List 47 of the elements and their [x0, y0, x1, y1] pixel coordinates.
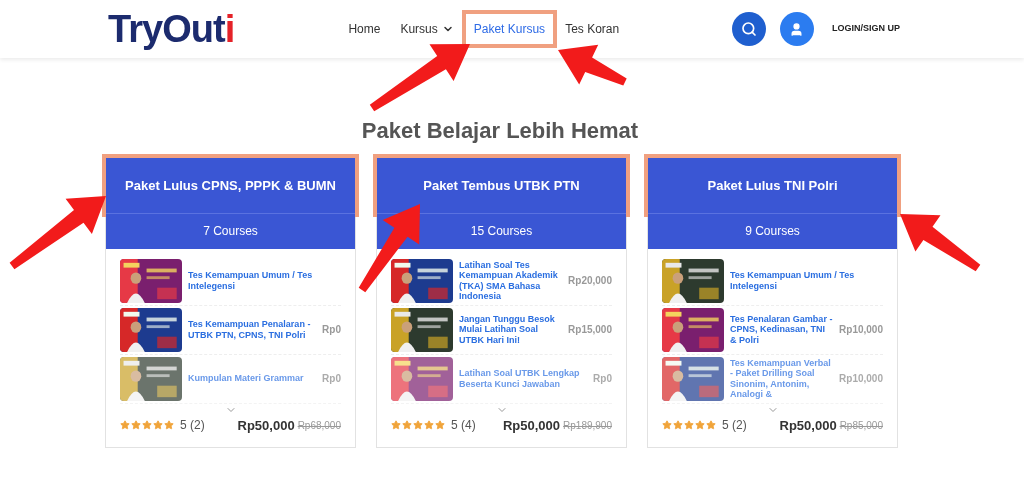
logo[interactable]: TryOuti	[108, 10, 235, 48]
course-title: Tes Kemampuan Verbal - Paket Drilling Soal Sinonim, Antonim, Analogi &	[730, 357, 832, 400]
nav-link[interactable]: Tes Koran	[557, 14, 628, 44]
course-price: Rp0	[322, 372, 341, 386]
course-item[interactable]: Tes Kemampuan Verbal - Paket Drilling Soal Sinonim, Antonim, Analogi & Rp10,000	[662, 354, 883, 404]
course-title: Latihan Soal UTBK Lengkap Beserta Kunci Jawaban	[459, 368, 581, 389]
login-link[interactable]: LOGIN/SIGN UP	[832, 22, 900, 36]
course-title: Tes Kemampuan Umum / Tes Intelegensi	[730, 270, 856, 291]
nav-link[interactable]: Kursus	[392, 14, 462, 44]
course-item[interactable]: Jangan Tunggu Besok Mulai Latihan Soal UTBK Hari Ini! Rp15,000	[391, 305, 612, 355]
course-item[interactable]: Tes Kemampuan Umum / Tes Intelegensi	[662, 256, 883, 306]
original-price: Rp85,000	[839, 418, 883, 433]
rating-count: 5 (2)	[180, 417, 205, 435]
original-price: Rp68,000	[297, 418, 341, 433]
package-price: Rp50,000	[779, 416, 837, 435]
section-heading: Paket Belajar Lebih Hemat	[360, 117, 640, 145]
user-icon	[789, 21, 805, 37]
nav-link[interactable]: Home	[340, 14, 389, 44]
course-price: Rp10,000	[839, 372, 883, 386]
course-item[interactable]: Kumpulan Materi Grammar Rp0	[120, 354, 341, 404]
course-count: 9 Courses	[648, 212, 897, 249]
course-price: Rp15,000	[568, 323, 612, 337]
course-item[interactable]: Latihan Soal Tes Kemampuan Akademik (TKA) SMA Bahasa Indonesia Rp20,000	[391, 256, 612, 306]
course-price: Rp0	[322, 323, 341, 337]
rating-count: 5 (4)	[451, 417, 476, 435]
course-title: Tes Kemampuan Penalaran - UTBK PTN, CPNS, TNI Polri	[188, 319, 312, 340]
course-item[interactable]: Tes Penalaran Gambar - CPNS, Kedinasan, TNI & Polri Rp10,000	[662, 305, 883, 355]
course-title: Kumpulan Materi Grammar	[188, 373, 305, 384]
search-button[interactable]	[732, 12, 766, 46]
search-icon	[741, 21, 757, 37]
course-count: 7 Courses	[106, 212, 355, 249]
course-title: Jangan Tunggu Besok Mulai Latihan Soal UTBK Hari Ini!	[459, 313, 556, 346]
course-price: Rp20,000	[568, 274, 612, 288]
rating-count: 5 (2)	[722, 417, 747, 435]
original-price: Rp189,900	[563, 418, 612, 433]
account-button[interactable]	[780, 12, 814, 46]
package-price: Rp50,000	[502, 416, 561, 435]
package-price: Rp50,000	[237, 416, 295, 435]
course-item[interactable]: Tes Kemampuan Penalaran - UTBK PTN, CPNS, TNI Polri Rp0	[120, 305, 341, 355]
arrow	[558, 44, 627, 86]
course-title: Latihan Soal Tes Kemampuan Akademik (TKA) SMA Bahasa Indonesia	[459, 259, 559, 302]
course-title: Tes Penalaran Gambar - CPNS, Kedinasan, TNI & Polri	[730, 313, 834, 346]
course-price: Rp0	[593, 372, 612, 386]
course-item[interactable]: Tes Kemampuan Umum / Tes Intelegensi	[120, 256, 341, 306]
course-price: Rp10,000	[839, 323, 883, 337]
course-title: Tes Kemampuan Umum / Tes Intelegensi	[188, 270, 314, 291]
course-item[interactable]: Latihan Soal UTBK Lengkap Beserta Kunci Jawaban Rp0	[391, 354, 612, 404]
